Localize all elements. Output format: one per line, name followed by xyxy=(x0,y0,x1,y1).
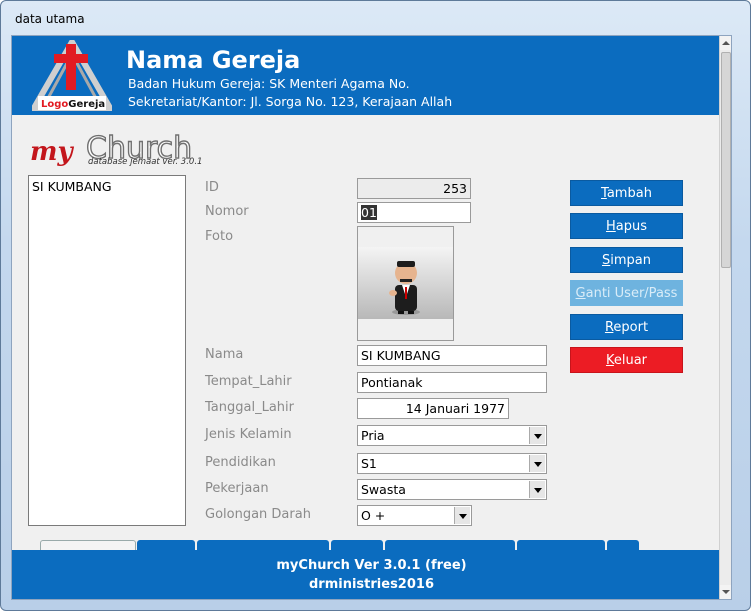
nomor-value: 01 xyxy=(361,205,377,220)
nama-label: Nama xyxy=(205,347,244,362)
golongan-darah-select[interactable]: O + xyxy=(357,505,472,526)
report-button[interactable]: Report xyxy=(570,314,683,340)
client-area: LogoGereja Nama Gereja Badan Hukum Gerej… xyxy=(11,35,732,600)
brand-my: my xyxy=(30,137,75,167)
svg-text:LogoGereja: LogoGereja xyxy=(41,99,105,110)
nomor-label: Nomor xyxy=(205,204,249,219)
ganti-accesskey: G xyxy=(575,286,586,301)
brand-subtitle: database jemaat ver. 3.0.1 xyxy=(88,157,203,167)
golongan-darah-value: O + xyxy=(361,508,386,523)
foto-label: Foto xyxy=(205,229,234,244)
church-name: Nama Gereja xyxy=(126,46,301,74)
logo-text-logo: Logo xyxy=(41,99,68,110)
report-label: eport xyxy=(613,320,649,335)
hapus-button[interactable]: Hapus xyxy=(570,213,683,239)
app-footer: myChurch Ver 3.0.1 (free) drministries20… xyxy=(12,550,731,599)
scroll-up-icon[interactable] xyxy=(720,36,731,50)
member-avatar-icon xyxy=(358,247,453,319)
simpan-label: impan xyxy=(610,253,651,268)
tanggal-lahir-field[interactable]: 14 Januari 1977 xyxy=(357,398,509,419)
tambah-button[interactable]: Tambah xyxy=(570,180,683,206)
nomor-field[interactable]: 01 xyxy=(357,202,471,223)
chevron-down-icon[interactable] xyxy=(529,481,545,498)
chevron-down-icon[interactable] xyxy=(454,507,470,524)
keluar-accesskey: K xyxy=(605,353,614,368)
jenis-kelamin-select[interactable]: Pria xyxy=(357,425,547,446)
vertical-scrollbar[interactable] xyxy=(719,36,731,599)
church-header: LogoGereja Nama Gereja Badan Hukum Gerej… xyxy=(12,36,731,115)
tempat-lahir-field[interactable]: Pontianak xyxy=(357,372,547,393)
member-photo[interactable] xyxy=(357,226,454,341)
jenis-kelamin-label: Jenis Kelamin xyxy=(205,427,292,442)
keluar-label: eluar xyxy=(613,353,648,368)
chevron-down-icon[interactable] xyxy=(529,455,545,472)
tambah-label: ambah xyxy=(606,186,652,201)
chevron-down-icon[interactable] xyxy=(529,427,545,444)
keluar-button[interactable]: Keluar xyxy=(570,347,683,373)
ganti-user-pass-button[interactable]: Ganti User/Pass xyxy=(570,280,683,306)
footer-version: myChurch Ver 3.0.1 (free) xyxy=(276,558,467,573)
hapus-label: apus xyxy=(615,219,647,234)
scroll-down-icon[interactable] xyxy=(720,585,731,599)
pekerjaan-label: Pekerjaan xyxy=(205,481,269,496)
pendidikan-value: S1 xyxy=(361,456,377,471)
golongan-darah-label: Golongan Darah xyxy=(205,507,311,522)
hapus-accesskey: H xyxy=(605,219,616,234)
pendidikan-select[interactable]: S1 xyxy=(357,453,547,474)
jenis-kelamin-value: Pria xyxy=(361,428,385,443)
title-bar[interactable]: data utama xyxy=(1,1,750,35)
pekerjaan-select[interactable]: Swasta xyxy=(357,479,547,500)
ganti-label: anti User/Pass xyxy=(585,286,678,301)
church-logo-icon: LogoGereja xyxy=(32,40,112,111)
tanggal-lahir-label: Tanggal_Lahir xyxy=(205,400,294,415)
logo-text-gereja: Gereja xyxy=(68,99,105,110)
scroll-thumb[interactable] xyxy=(721,52,731,268)
id-label: ID xyxy=(205,180,219,195)
list-item[interactable]: SI KUMBANG xyxy=(29,176,185,197)
app-window: data utama LogoGereja Nama Gereja Badan … xyxy=(0,0,751,611)
member-list[interactable]: SI KUMBANG xyxy=(28,175,186,526)
id-field[interactable]: 253 xyxy=(357,178,471,199)
pekerjaan-value: Swasta xyxy=(361,482,406,497)
nama-field[interactable]: SI KUMBANG xyxy=(357,345,547,366)
pendidikan-label: Pendidikan xyxy=(205,455,276,470)
legal-entity-text: Badan Hukum Gereja: SK Menteri Agama No. xyxy=(128,76,410,91)
simpan-button[interactable]: Simpan xyxy=(570,247,683,273)
footer-credit: drministries2016 xyxy=(309,577,434,592)
address-text: Sekretariat/Kantor: Jl. Sorga No. 123, K… xyxy=(128,94,453,109)
tempat-lahir-label: Tempat_Lahir xyxy=(205,374,292,389)
window-title: data utama xyxy=(15,12,85,26)
